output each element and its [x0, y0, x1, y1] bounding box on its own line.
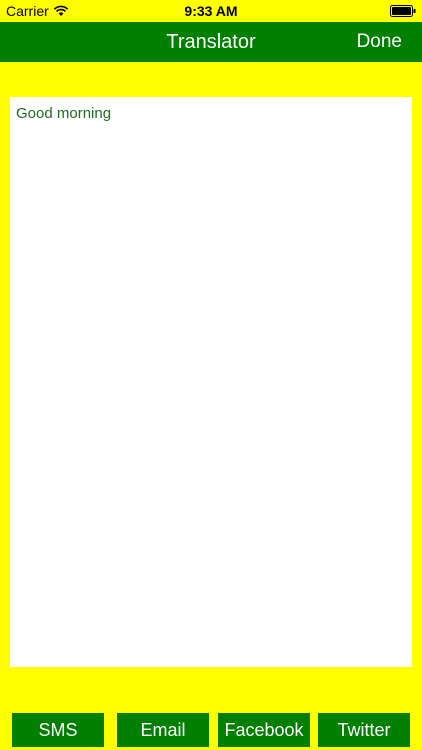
- translation-text-area[interactable]: Good morning: [10, 97, 412, 667]
- status-bar: Carrier 9:33 AM: [0, 0, 422, 22]
- email-button[interactable]: Email: [117, 713, 209, 747]
- twitter-button[interactable]: Twitter: [318, 713, 410, 747]
- nav-bar: Translator Done: [0, 22, 422, 62]
- battery-icon: [390, 5, 416, 17]
- status-time: 9:33 AM: [184, 3, 238, 19]
- facebook-button[interactable]: Facebook: [218, 713, 310, 747]
- sms-button[interactable]: SMS: [12, 713, 104, 747]
- share-toolbar: SMS Email Facebook Twitter: [0, 713, 422, 747]
- done-button[interactable]: Done: [357, 31, 402, 53]
